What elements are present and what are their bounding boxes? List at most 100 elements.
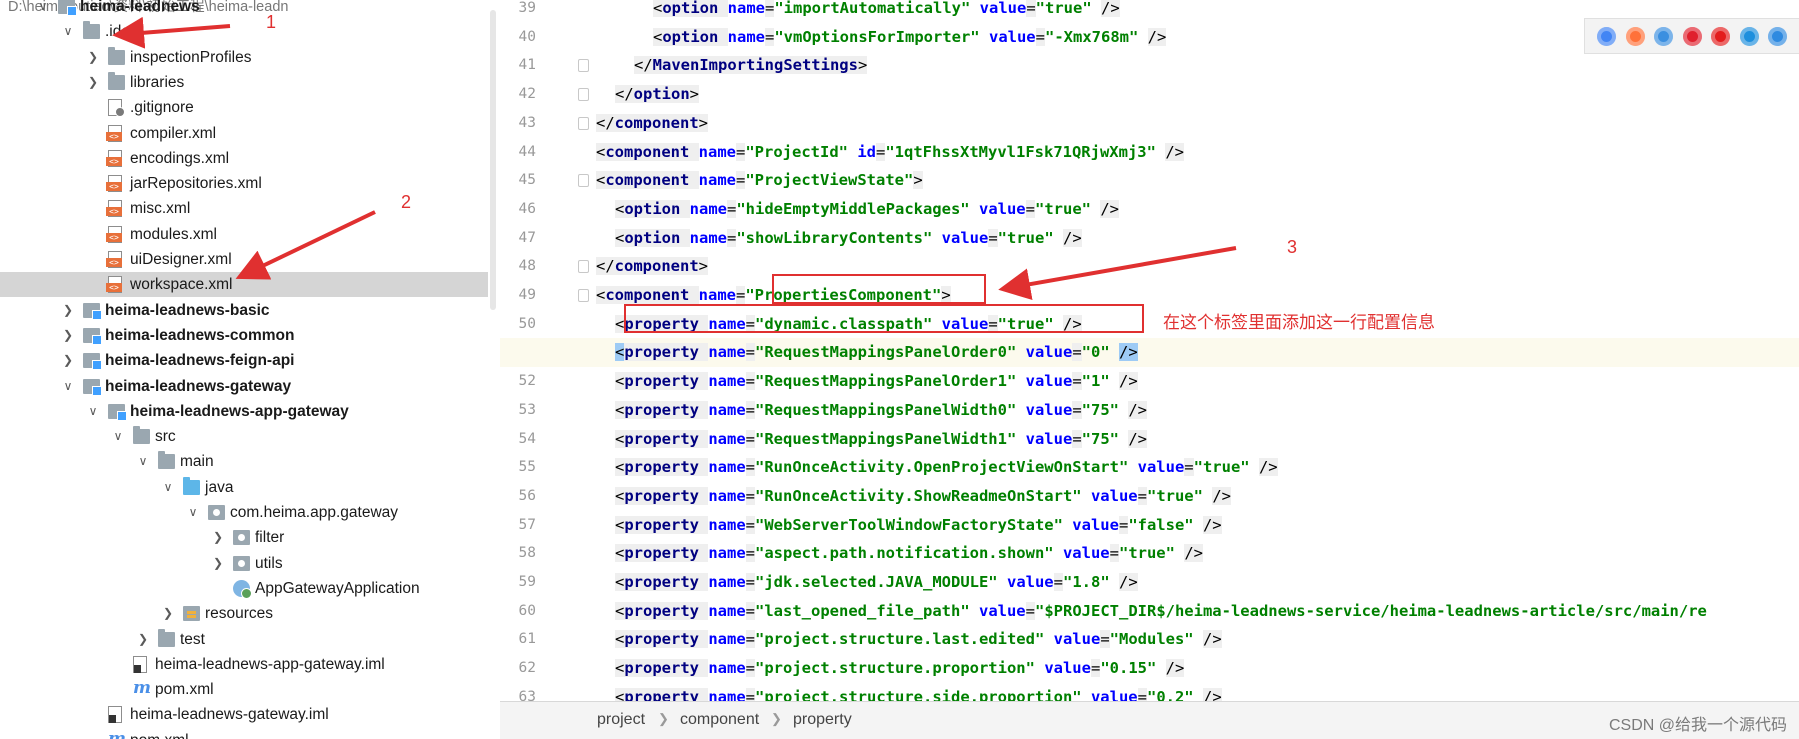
code-line[interactable]: <property name="project.structure.propor… xyxy=(590,654,1799,683)
tree-row[interactable]: ∨ src xyxy=(0,424,500,449)
tree-row[interactable]: ∨ com.heima.app.gateway xyxy=(0,500,500,525)
tree-row[interactable]: compiler.xml xyxy=(0,121,500,146)
code-line[interactable]: <option name="showLibraryContents" value… xyxy=(590,224,1799,253)
tree-row[interactable]: ❯ filter xyxy=(0,525,500,550)
chevron-right-icon[interactable]: ❯ xyxy=(61,348,75,373)
chevron-down-icon[interactable]: ∨ xyxy=(161,475,175,500)
tree-scrollbar[interactable] xyxy=(488,0,500,739)
tree-row[interactable]: ❯ heima-leadnews-basic xyxy=(0,298,500,323)
tree-row[interactable]: ❯ heima-leadnews-common xyxy=(0,323,500,348)
chevron-down-icon[interactable]: ∨ xyxy=(111,424,125,449)
tree-row[interactable]: heima-leadnews-app-gateway.iml xyxy=(0,652,500,677)
code-token: = xyxy=(1035,27,1045,46)
fold-marker-icon[interactable] xyxy=(578,116,589,130)
code-text: <property name="RequestMappingsPanelWidt… xyxy=(615,396,1147,425)
code-editor[interactable]: 3940414243444546474849505152535455565758… xyxy=(500,0,1799,701)
chevron-right-icon[interactable]: ❯ xyxy=(211,525,225,550)
code-line[interactable]: <property name="jdk.selected.JAVA_MODULE… xyxy=(590,568,1799,597)
tree-row[interactable]: ∨ heima-leadnews D:\heimatoutiao\资料\初始工程\h… xyxy=(0,0,500,19)
tree-row[interactable]: ∨ java xyxy=(0,475,500,500)
breadcrumb-component[interactable]: component xyxy=(680,711,759,729)
tree-scrollbar-thumb[interactable] xyxy=(490,10,496,310)
chevron-right-icon[interactable]: ❯ xyxy=(61,298,75,323)
tree-row[interactable]: ❯ libraries xyxy=(0,70,500,95)
tree-row[interactable]: mpom.xml xyxy=(0,677,500,702)
fold-marker-icon[interactable] xyxy=(578,289,589,302)
code-line[interactable]: </option> xyxy=(590,80,1799,109)
code-line[interactable]: <property name="project.structure.last.e… xyxy=(590,625,1799,654)
fold-marker-icon[interactable] xyxy=(578,59,589,73)
chevron-right-icon[interactable]: ❯ xyxy=(136,627,150,652)
firefox-icon[interactable] xyxy=(1625,27,1645,46)
chevron-right-icon[interactable]: ❯ xyxy=(211,551,225,576)
tree-row[interactable]: ∨ heima-leadnews-gateway xyxy=(0,374,500,399)
code-line[interactable]: <property name="project.structure.side.p… xyxy=(590,683,1799,701)
code-line[interactable]: <component name="ProjectId" id="1qtFhssX… xyxy=(590,138,1799,167)
chevron-down-icon[interactable]: ∨ xyxy=(186,500,200,525)
yandex-icon[interactable] xyxy=(1711,27,1730,46)
tree-row[interactable]: jarRepositories.xml xyxy=(0,171,500,196)
tree-row[interactable]: ❯ test xyxy=(0,627,500,652)
code-token: component xyxy=(605,171,699,190)
module-icon xyxy=(83,353,102,371)
tree-row[interactable]: ❯ heima-leadnews-feign-api xyxy=(0,348,500,373)
tree-row[interactable]: ∨ main xyxy=(0,449,500,474)
fold-marker-icon[interactable] xyxy=(578,174,589,188)
tree-row[interactable]: AppGatewayApplication xyxy=(0,576,500,601)
code-line[interactable]: </component> xyxy=(590,109,1799,138)
code-token: < xyxy=(615,458,625,477)
code-line[interactable]: <property name="WebServerToolWindowFacto… xyxy=(590,511,1799,540)
tree-row[interactable]: uiDesigner.xml xyxy=(0,247,500,272)
annotation-note: 在这个标签里面添加这一行配置信息 xyxy=(1163,313,1435,332)
chevron-down-icon[interactable]: ∨ xyxy=(61,19,75,44)
chevron-right-icon: ❯ xyxy=(771,711,782,726)
code-line[interactable]: <property name="RunOnceActivity.OpenProj… xyxy=(590,453,1799,482)
breadcrumb-property[interactable]: property xyxy=(793,711,852,729)
safari-icon[interactable] xyxy=(1654,27,1673,46)
tree-row[interactable]: ❯ utils xyxy=(0,551,500,576)
chevron-right-icon[interactable]: ❯ xyxy=(86,45,100,70)
tree-row[interactable]: .gitignore xyxy=(0,95,500,120)
ie-icon[interactable] xyxy=(1739,27,1759,46)
chevron-down-icon[interactable]: ∨ xyxy=(61,374,75,399)
code-line[interactable]: <property name="RequestMappingsPanelOrde… xyxy=(500,338,1799,368)
chevron-down-icon[interactable]: ∨ xyxy=(36,0,50,19)
code-token: name xyxy=(698,171,736,190)
tree-row[interactable]: mpom.xml xyxy=(0,728,500,739)
chevron-down-icon[interactable]: ∨ xyxy=(136,449,150,474)
code-line[interactable]: <property name="aspect.path.notification… xyxy=(590,539,1799,568)
code-line[interactable]: </MavenImportingSettings> xyxy=(590,51,1799,80)
code-token: name xyxy=(689,199,727,218)
package-icon xyxy=(208,505,225,520)
chevron-right-icon[interactable]: ❯ xyxy=(61,323,75,348)
chrome-icon[interactable] xyxy=(1597,27,1616,46)
fold-marker-icon[interactable] xyxy=(578,88,589,102)
tree-row[interactable]: workspace.xml xyxy=(0,272,500,298)
code-token: = xyxy=(1137,687,1147,701)
tree-row[interactable]: ❯ inspectionProfiles xyxy=(0,45,500,70)
fold-marker-icon[interactable] xyxy=(578,260,589,274)
code-line[interactable]: <property name="RunOnceActivity.ShowRead… xyxy=(590,482,1799,511)
code-token: property xyxy=(624,372,709,391)
tree-row[interactable]: ❯ resources xyxy=(0,601,500,626)
code-token: MavenImportingSettings xyxy=(652,56,858,75)
code-line[interactable]: <option name="hideEmptyMiddlePackages" v… xyxy=(590,195,1799,224)
chevron-right-icon[interactable]: ❯ xyxy=(86,70,100,95)
tree-row[interactable]: misc.xml xyxy=(0,196,500,221)
tree-row[interactable]: ∨ heima-leadnews-app-gateway xyxy=(0,399,500,424)
breadcrumb-project[interactable]: project xyxy=(597,711,645,729)
edge-icon[interactable] xyxy=(1768,27,1787,46)
code-line[interactable]: <property name="last_opened_file_path" v… xyxy=(590,597,1799,626)
tree-row[interactable]: heima-leadnews-gateway.iml xyxy=(0,702,500,727)
code-line[interactable]: <property name="RequestMappingsPanelOrde… xyxy=(590,367,1799,396)
chevron-right-icon[interactable]: ❯ xyxy=(161,601,175,626)
tree-row[interactable]: modules.xml xyxy=(0,222,500,247)
chevron-down-icon[interactable]: ∨ xyxy=(86,399,100,424)
tree-row[interactable]: encodings.xml xyxy=(0,146,500,171)
opera-icon[interactable] xyxy=(1682,27,1702,46)
code-line[interactable]: <property name="RequestMappingsPanelWidt… xyxy=(590,425,1799,454)
tree-row[interactable]: ∨ .idea xyxy=(0,19,500,44)
code-token: property xyxy=(624,515,709,534)
code-line[interactable]: <property name="RequestMappingsPanelWidt… xyxy=(590,396,1799,425)
code-line[interactable]: <component name="ProjectViewState"> xyxy=(590,166,1799,195)
